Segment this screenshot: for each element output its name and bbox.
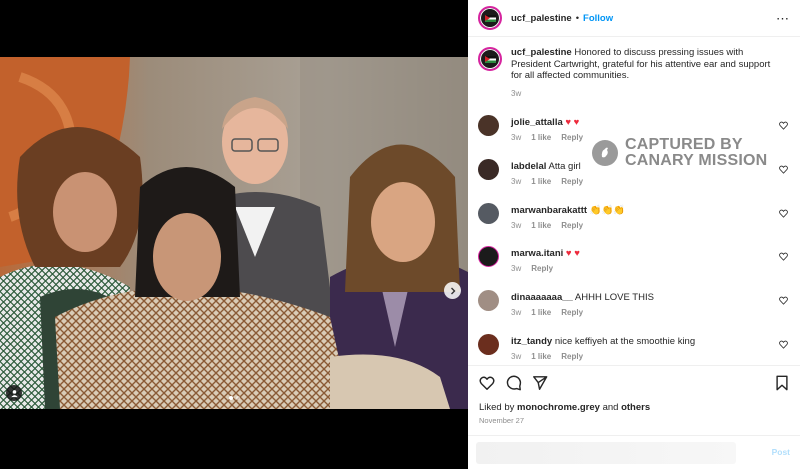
comment-item: marwa.itani ♥ ♥ 3w Reply <box>478 246 794 286</box>
comment-likes[interactable]: 1 like <box>531 221 551 230</box>
like-comment-heart-icon[interactable] <box>779 165 788 174</box>
action-bar <box>479 375 790 393</box>
carousel-indicator <box>0 396 468 400</box>
next-image-button[interactable] <box>444 282 461 299</box>
header-separator: • <box>575 12 580 24</box>
caption-avatar[interactable] <box>478 47 502 71</box>
comment-likes[interactable]: 1 like <box>531 133 551 142</box>
like-comment-heart-icon[interactable] <box>779 209 788 218</box>
caption-username[interactable]: ucf_palestine <box>511 47 572 58</box>
comment-emoji: ♥ ♥ <box>565 117 580 128</box>
post-header: ucf_palestine • Follow ⋯ <box>468 0 800 37</box>
comment-item: marwanbarakattt 👏👏👏 3w 1 like Reply <box>478 203 794 243</box>
comment-time: 3w <box>511 352 522 361</box>
comment-username[interactable]: marwanbarakattt <box>511 205 587 216</box>
post-date[interactable]: November 27 <box>479 416 524 425</box>
post-details-panel: ucf_palestine • Follow ⋯ ucf_palestine H… <box>468 0 800 469</box>
liked-by-and: and <box>602 402 619 413</box>
liked-by-prefix: Liked by <box>479 402 515 413</box>
comment-time: 3w <box>511 177 522 186</box>
add-comment-bar: Post <box>468 435 800 469</box>
reply-button[interactable]: Reply <box>531 264 553 273</box>
comment-text: nice keffiyeh at the smoothie king <box>554 336 696 347</box>
post-caption: ucf_palestine Honored to discuss pressin… <box>468 38 800 99</box>
comment-emoji: ♥ ♥ <box>565 248 580 259</box>
comment-item: jolie_attalla ♥ ♥ 3w 1 like Reply <box>478 115 794 155</box>
commenter-avatar[interactable] <box>478 246 499 267</box>
palestine-flag-icon <box>484 14 496 22</box>
selfie-image <box>0 57 468 409</box>
comment-likes[interactable]: 1 like <box>531 352 551 361</box>
commenter-avatar[interactable] <box>478 290 499 311</box>
post-media <box>0 0 468 469</box>
save-bookmark-icon[interactable] <box>774 375 790 391</box>
post-actions: Liked by monochrome.grey and others Nove… <box>468 365 800 469</box>
liked-by-others[interactable]: others <box>621 402 650 413</box>
carousel-dot-active <box>228 396 233 400</box>
post-photo[interactable] <box>0 57 468 409</box>
comment-input[interactable] <box>476 442 736 464</box>
more-options-icon[interactable]: ⋯ <box>776 12 790 25</box>
comment-username[interactable]: jolie_attalla <box>511 117 563 128</box>
comment-username[interactable]: labdelal <box>511 161 546 172</box>
comment-item: itz_tandy nice keffiyeh at the smoothie … <box>478 334 794 365</box>
reply-button[interactable]: Reply <box>561 133 583 142</box>
comments-list[interactable]: ucf_palestine Honored to discuss pressin… <box>468 38 800 365</box>
comment-time: 3w <box>511 221 522 230</box>
like-comment-heart-icon[interactable] <box>779 121 788 130</box>
carousel-dot <box>235 396 240 400</box>
post-comment-button[interactable]: Post <box>772 447 790 457</box>
like-comment-heart-icon[interactable] <box>779 340 788 349</box>
comment-time: 3w <box>511 133 522 142</box>
palestine-flag-icon <box>484 55 496 63</box>
comment-icon[interactable] <box>506 375 522 391</box>
comment-emoji: 👏👏👏 <box>589 205 626 216</box>
comment-time: 3w <box>511 308 522 317</box>
like-comment-heart-icon[interactable] <box>779 296 788 305</box>
share-icon[interactable] <box>532 375 548 391</box>
comment-username[interactable]: dinaaaaaaa__ <box>511 292 573 303</box>
comment-username[interactable]: marwa.itani <box>511 248 563 259</box>
reply-button[interactable]: Reply <box>561 177 583 186</box>
comment-text: AHHH LOVE THIS <box>574 292 654 303</box>
reply-button[interactable]: Reply <box>561 221 583 230</box>
caption-time: 3w <box>511 88 522 98</box>
like-comment-heart-icon[interactable] <box>779 252 788 261</box>
author-username[interactable]: ucf_palestine <box>511 13 572 24</box>
reply-button[interactable]: Reply <box>561 352 583 361</box>
comment-likes[interactable]: 1 like <box>531 308 551 317</box>
liked-by-text: Liked by monochrome.grey and others <box>479 402 650 413</box>
commenter-avatar[interactable] <box>478 159 499 180</box>
chevron-right-icon <box>450 287 455 294</box>
comment-item: labdelal Atta girl 3w 1 like Reply <box>478 159 794 199</box>
comment-username[interactable]: itz_tandy <box>511 336 552 347</box>
reply-button[interactable]: Reply <box>561 308 583 317</box>
commenter-avatar[interactable] <box>478 115 499 136</box>
liked-by-user[interactable]: monochrome.grey <box>517 402 600 413</box>
comment-likes[interactable]: 1 like <box>531 177 551 186</box>
comment-item: dinaaaaaaa__ AHHH LOVE THIS 3w 1 like Repl… <box>478 290 794 330</box>
commenter-avatar[interactable] <box>478 334 499 355</box>
comment-text: Atta girl <box>548 161 581 172</box>
commenter-avatar[interactable] <box>478 203 499 224</box>
follow-button[interactable]: Follow <box>583 13 613 24</box>
comment-time: 3w <box>511 264 522 273</box>
author-avatar[interactable] <box>478 6 502 30</box>
like-heart-icon[interactable] <box>479 375 495 391</box>
